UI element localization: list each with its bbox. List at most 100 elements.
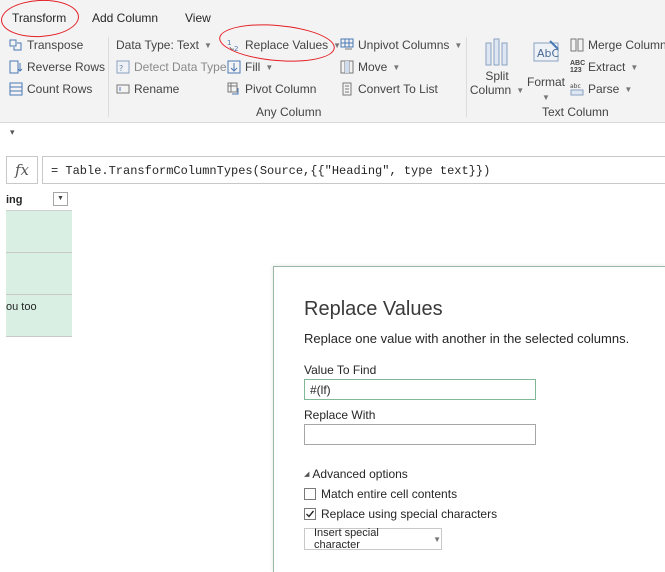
match-entire-cell-label: Match entire cell contents xyxy=(321,487,458,501)
tab-transform[interactable]: Transform xyxy=(12,11,66,25)
quick-access-bar: ▾ xyxy=(0,123,665,145)
chevron-down-icon: ▼ xyxy=(542,93,550,102)
extract-icon: ABC 123 xyxy=(570,60,586,74)
data-type-dropdown[interactable]: Data Type: Text ▼ xyxy=(116,36,212,54)
convert-to-list-icon xyxy=(340,82,354,96)
reverse-rows-button[interactable]: Reverse Rows xyxy=(9,58,105,76)
rename-button[interactable]: Rename xyxy=(116,80,179,98)
reverse-rows-icon xyxy=(9,60,23,74)
data-type-label: Data Type: Text xyxy=(116,38,199,52)
extract-label: Extract xyxy=(588,60,626,74)
value-to-find-label: Value To Find xyxy=(304,363,377,377)
insert-special-character-label: Insert special character xyxy=(314,527,379,551)
detect-data-type-label: Detect Data Type xyxy=(134,60,227,74)
detect-data-type-icon: ? xyxy=(116,60,130,74)
reverse-rows-label: Reverse Rows xyxy=(27,60,106,74)
match-entire-cell-checkbox-row[interactable]: Match entire cell contents xyxy=(304,487,457,501)
customize-toolbar-icon[interactable]: ▾ xyxy=(10,127,15,138)
tab-view[interactable]: View xyxy=(185,11,211,25)
insert-special-character-button[interactable]: Insert special character ▼ xyxy=(304,527,442,551)
detect-data-type-button[interactable]: ? Detect Data Type xyxy=(116,58,227,76)
replace-values-icon: 12 xyxy=(227,38,241,53)
rename-icon xyxy=(116,82,130,96)
replace-special-label: Replace using special characters xyxy=(321,507,498,521)
svg-text:AbC: AbC xyxy=(537,47,560,60)
replace-values-button[interactable]: 12 Replace Values ▼ xyxy=(227,36,341,54)
format-label: Format xyxy=(526,75,565,89)
split-column-label-2: Column xyxy=(469,83,512,97)
replace-with-input[interactable] xyxy=(304,424,536,445)
unpivot-columns-label: Unpivot Columns xyxy=(358,38,450,52)
filter-dropdown-icon[interactable]: ▼ xyxy=(53,192,68,206)
table-cell[interactable] xyxy=(6,211,72,253)
dialog-title: Replace Values xyxy=(304,298,443,320)
any-column-group-label: Any Column xyxy=(256,105,322,119)
merge-columns-icon xyxy=(570,38,584,52)
transpose-button[interactable]: Transpose xyxy=(9,36,83,54)
convert-to-list-label: Convert To List xyxy=(358,82,438,96)
expand-triangle-icon: ◢ xyxy=(304,471,310,478)
parse-button[interactable]: abc Parse ▼ xyxy=(570,80,632,98)
data-grid: ing ▼ ou too xyxy=(6,189,72,337)
svg-text:abc: abc xyxy=(570,83,581,90)
pivot-column-icon xyxy=(227,82,241,96)
unpivot-columns-icon xyxy=(340,38,354,52)
value-to-find-input[interactable]: #(lf) xyxy=(304,379,536,400)
ribbon-separator xyxy=(466,37,467,117)
transpose-icon xyxy=(9,38,23,52)
unpivot-columns-button[interactable]: Unpivot Columns ▼ xyxy=(340,36,462,54)
split-column-label-1: Split xyxy=(485,69,509,83)
replace-special-checkbox-row[interactable]: Replace using special characters xyxy=(304,507,497,521)
tab-add-column[interactable]: Add Column xyxy=(92,11,158,25)
column-header-label: ing xyxy=(6,194,23,206)
advanced-options-label: Advanced options xyxy=(312,467,408,481)
replace-special-checkbox[interactable] xyxy=(304,508,316,520)
fill-down-icon xyxy=(227,60,241,74)
svg-text:2: 2 xyxy=(234,45,238,52)
replace-with-label: Replace With xyxy=(304,408,376,422)
chevron-down-icon: ▼ xyxy=(630,62,639,72)
merge-columns-button[interactable]: Merge Column xyxy=(570,36,665,54)
transpose-label: Transpose xyxy=(27,38,84,52)
pivot-column-button[interactable]: Pivot Column xyxy=(227,80,316,98)
format-icon: AbC xyxy=(524,37,568,69)
chevron-down-icon: ▼ xyxy=(516,85,525,95)
ribbon: Transpose Reverse Rows Count Rows Data T… xyxy=(0,33,665,123)
fill-label: Fill xyxy=(245,60,261,74)
match-entire-cell-checkbox[interactable] xyxy=(304,488,316,500)
parse-icon: abc xyxy=(570,82,584,96)
format-button[interactable]: AbC Format ▼ xyxy=(524,37,568,103)
svg-text:?: ? xyxy=(119,64,123,73)
dialog-description: Replace one value with another in the se… xyxy=(304,331,630,346)
count-rows-label: Count Rows xyxy=(27,82,93,96)
table-cell[interactable] xyxy=(6,253,72,295)
table-cell[interactable]: ou too xyxy=(6,295,72,337)
chevron-down-icon: ▼ xyxy=(433,534,441,544)
ribbon-separator xyxy=(108,37,109,117)
advanced-options-toggle[interactable]: ◢ Advanced options xyxy=(304,467,408,481)
fill-button[interactable]: Fill ▼ xyxy=(227,58,273,76)
split-column-icon xyxy=(474,37,520,69)
split-column-button[interactable]: Split Column ▼ xyxy=(470,37,524,97)
column-header[interactable]: ing ▼ xyxy=(6,189,72,211)
text-column-group-label: Text Column xyxy=(542,105,609,119)
formula-bar[interactable]: = Table.TransformColumnTypes(Source,{{"H… xyxy=(42,156,665,184)
move-icon xyxy=(340,60,354,74)
chevron-down-icon: ▼ xyxy=(265,62,274,72)
move-button[interactable]: Move ▼ xyxy=(340,58,400,76)
count-rows-button[interactable]: Count Rows xyxy=(9,80,92,98)
pivot-column-label: Pivot Column xyxy=(245,82,317,96)
ribbon-tab-bar: Transform Add Column View xyxy=(0,0,665,33)
convert-to-list-button[interactable]: Convert To List xyxy=(340,80,438,98)
extract-button[interactable]: ABC 123 Extract ▼ xyxy=(570,58,638,76)
chevron-down-icon: ▼ xyxy=(454,40,463,50)
fx-button[interactable]: fx xyxy=(6,156,38,184)
chevron-down-icon: ▼ xyxy=(392,62,401,72)
count-rows-icon xyxy=(9,82,23,96)
chevron-down-icon: ▼ xyxy=(203,40,212,50)
chevron-down-icon: ▼ xyxy=(624,84,633,94)
svg-text:1: 1 xyxy=(227,39,231,47)
parse-label: Parse xyxy=(588,82,620,96)
move-label: Move xyxy=(358,60,388,74)
replace-values-dialog: Replace Values Replace one value with an… xyxy=(273,266,665,572)
